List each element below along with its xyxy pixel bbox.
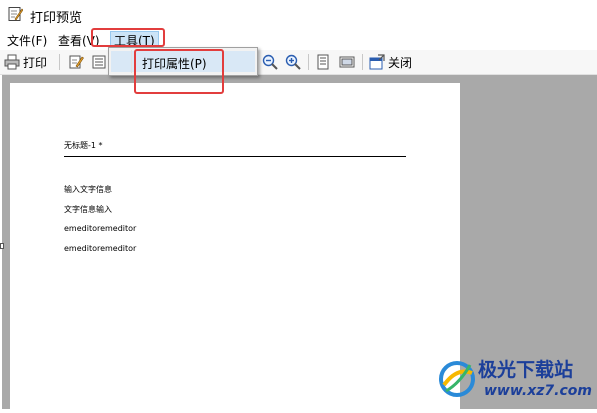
one-page-button[interactable] <box>317 53 329 71</box>
document-line: 输入文字信息 <box>64 185 112 194</box>
edit-button[interactable] <box>68 53 84 71</box>
print-properties-highlight <box>134 49 224 94</box>
menu-gutter <box>131 50 132 73</box>
toolbar-separator <box>308 54 309 70</box>
zoom-in-icon <box>285 54 301 70</box>
zoom-in-button[interactable] <box>285 53 301 71</box>
header-rule <box>64 156 406 157</box>
toolbar-separator <box>362 54 363 70</box>
page-width-button[interactable] <box>339 53 355 71</box>
document-line: emeditoremeditor <box>64 224 137 233</box>
print-label: 打印 <box>23 55 48 70</box>
toolbar-separator <box>59 54 60 70</box>
single-page-icon <box>317 54 329 70</box>
menu-file[interactable]: 文件(F) <box>7 32 47 49</box>
aurora-logo-icon <box>438 355 476 406</box>
print-button[interactable]: 打印 <box>4 53 47 71</box>
document-header: 无标题-1 * <box>64 141 103 150</box>
watermark: 极光下载站 www.xz7.com <box>436 353 594 405</box>
document-line: emeditoremeditor <box>64 244 137 253</box>
zoom-out-icon <box>262 54 278 70</box>
page-setup-button[interactable] <box>92 53 106 71</box>
menu-bar: 文件(F) 查看(V) 工具(T) <box>0 30 597 50</box>
close-window-icon <box>369 54 385 70</box>
watermark-name: 极光下载站 <box>478 359 574 381</box>
document-line: 文字信息输入 <box>64 205 112 214</box>
tools-menu-highlight <box>91 28 165 47</box>
close-label: 关闭 <box>388 55 413 70</box>
edit-page-icon <box>68 54 84 70</box>
page-width-icon <box>339 54 355 70</box>
preview-left-edge <box>0 75 2 409</box>
zoom-out-button[interactable] <box>262 53 278 71</box>
resize-marker <box>0 243 4 249</box>
window-title: 打印预览 <box>30 11 83 26</box>
notepad-edit-icon <box>7 6 24 22</box>
page-icon <box>92 54 106 70</box>
watermark-url: www.xz7.com <box>484 383 592 399</box>
preview-page: 无标题-1 * 输入文字信息 文字信息输入 emeditoremeditor e… <box>10 83 460 413</box>
title-bar: 打印预览 <box>0 0 597 30</box>
printer-icon <box>4 54 20 70</box>
close-button[interactable]: 关闭 <box>369 53 412 71</box>
toolbar: 打印 关闭 <box>0 50 597 75</box>
